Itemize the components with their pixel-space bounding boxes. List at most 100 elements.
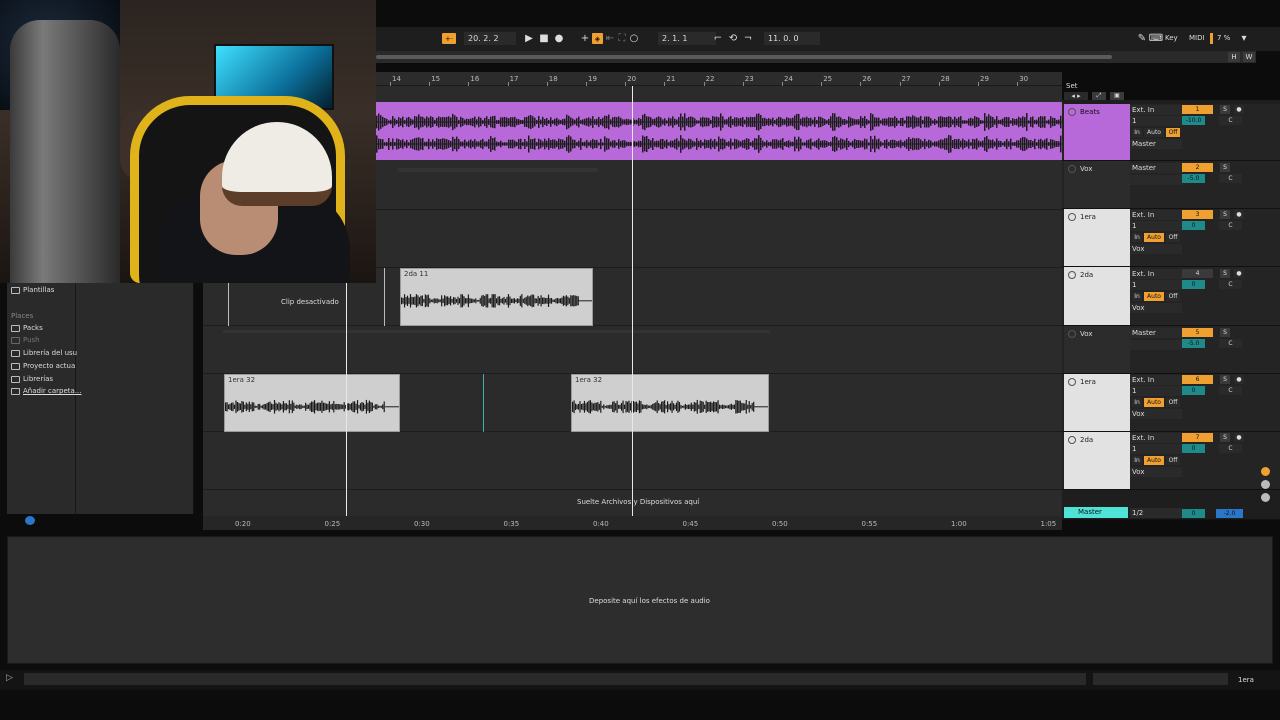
track-pan[interactable]: C xyxy=(1219,339,1242,348)
output-select[interactable]: Vox xyxy=(1130,409,1182,419)
track-pan[interactable]: C xyxy=(1219,280,1242,289)
sends-icon[interactable] xyxy=(1261,493,1270,502)
output-select[interactable]: Vox xyxy=(1130,303,1182,313)
track-volume[interactable]: -5.0 xyxy=(1182,174,1205,183)
clip-1era-b[interactable]: 1era 32 xyxy=(571,374,769,432)
track-activator[interactable]: 5 xyxy=(1182,328,1213,337)
track-volume[interactable]: -10.0 xyxy=(1182,116,1205,125)
arm-button[interactable]: ● xyxy=(1234,105,1244,114)
tap-tempo-button[interactable]: +· xyxy=(442,33,456,44)
track-activator[interactable]: 6 xyxy=(1182,375,1213,384)
play-preview-icon[interactable]: ▷ xyxy=(6,673,18,685)
track-volume[interactable]: 0 xyxy=(1182,444,1205,453)
track-volume[interactable]: 0 xyxy=(1182,280,1205,289)
time-ruler[interactable]: 0:20 0:25 0:30 0:35 0:40 0:45 0:50 0:55 1:00 1:05 xyxy=(203,516,1062,530)
monitor-in-button[interactable]: In xyxy=(1132,456,1142,465)
fold-icon[interactable] xyxy=(1068,213,1076,221)
track-volume[interactable]: 0 xyxy=(1182,386,1205,395)
solo-button[interactable]: S xyxy=(1220,328,1230,337)
track-volume[interactable]: 0 xyxy=(1182,221,1205,230)
track-2da-2[interactable]: 2da Ext. In 1 In Auto Off Vox 7 0 S ● C xyxy=(1062,432,1280,490)
hide-button[interactable]: H xyxy=(1228,52,1240,62)
templates-item[interactable]: Plantillas xyxy=(11,286,54,294)
cpu-menu-icon[interactable]: ▾ xyxy=(1238,32,1250,44)
track-1era-2[interactable]: 1era Ext. In 1 In Auto Off Vox 6 0 S ● C xyxy=(1062,374,1280,432)
track-beats-title[interactable]: Beats xyxy=(1064,104,1130,160)
monitor-auto-button[interactable]: Auto xyxy=(1144,398,1164,407)
width-button[interactable]: W xyxy=(1243,52,1255,62)
output-channel-select[interactable] xyxy=(1130,175,1182,185)
monitor-auto-button[interactable]: Auto xyxy=(1144,456,1164,465)
track-activator[interactable]: 1 xyxy=(1182,105,1213,114)
arm-button[interactable]: ● xyxy=(1234,375,1244,384)
track-pan[interactable]: C xyxy=(1219,444,1242,453)
track-1era2-title[interactable]: 1era xyxy=(1064,374,1130,431)
master-cue-volume[interactable]: -2.0 xyxy=(1216,509,1243,518)
session-record-icon[interactable]: ○ xyxy=(628,32,640,44)
song-position-field[interactable]: 20. 2. 2 xyxy=(464,32,516,45)
output-select[interactable]: Master xyxy=(1130,139,1182,149)
fold-icon[interactable] xyxy=(1068,108,1076,116)
punch-in-icon[interactable]: ⌐ xyxy=(712,32,724,44)
overview-bar[interactable] xyxy=(376,55,1112,59)
loop-length-field[interactable]: 11. 0. 0 xyxy=(764,32,820,45)
track-pan[interactable]: C xyxy=(1219,386,1242,395)
solo-button[interactable]: S xyxy=(1220,375,1230,384)
monitor-off-button[interactable]: Off xyxy=(1166,233,1180,242)
clip-2da[interactable]: 2da 11 xyxy=(400,268,593,326)
overdub-icon[interactable]: + xyxy=(579,32,591,44)
beat-time-ruler[interactable]: 14 15 16 17 18 19 20 21 22 23 24 25 26 27 28 29 30 xyxy=(376,72,1062,86)
output-select[interactable]: Master xyxy=(1130,163,1182,173)
punch-out-icon[interactable]: ¬ xyxy=(742,32,754,44)
track-volume[interactable]: -5.0 xyxy=(1182,339,1205,348)
info-icon[interactable] xyxy=(25,516,35,525)
fold-icon[interactable] xyxy=(1068,378,1076,386)
monitor-auto-button[interactable]: Auto xyxy=(1144,233,1164,242)
keyboard-icon[interactable]: ⌨ xyxy=(1149,32,1163,44)
browser-divider[interactable] xyxy=(75,283,76,514)
back-to-arrangement-icon[interactable]: ⇤ xyxy=(604,32,616,44)
arm-button[interactable]: ● xyxy=(1234,269,1244,278)
arm-button[interactable]: ● xyxy=(1234,210,1244,219)
monitor-in-button[interactable]: In xyxy=(1132,292,1142,301)
output-select[interactable]: Master xyxy=(1130,328,1182,338)
place-push[interactable]: Push xyxy=(11,336,40,344)
track-vox-2[interactable]: Vox Master 5 -5.0 S C xyxy=(1062,326,1280,374)
capture-icon[interactable]: ⛶ xyxy=(616,32,628,44)
draw-mode-icon[interactable]: ✎ xyxy=(1136,32,1148,44)
arrangement-overview[interactable] xyxy=(376,51,1256,63)
fold-icon[interactable] xyxy=(1068,271,1076,279)
monitor-in-button[interactable]: In xyxy=(1132,128,1142,137)
input-type-select[interactable]: Ext. In xyxy=(1130,105,1182,115)
track-pan[interactable]: C xyxy=(1219,221,1242,230)
automation-arm-icon[interactable]: ◈ xyxy=(592,33,603,44)
input-type-select[interactable]: Ext. In xyxy=(1130,210,1182,220)
arm-button[interactable]: ● xyxy=(1234,433,1244,442)
input-channel-select[interactable]: 1 xyxy=(1130,221,1182,231)
master-title[interactable]: Master xyxy=(1064,507,1128,518)
fold-icon[interactable] xyxy=(1068,436,1076,444)
solo-button[interactable]: S xyxy=(1220,210,1230,219)
io-icon[interactable] xyxy=(1261,480,1270,489)
track-beats[interactable]: Beats Ext. In 1 In Auto Off Master 1 -10… xyxy=(1062,104,1280,161)
track-activator[interactable]: 3 xyxy=(1182,210,1213,219)
playhead[interactable] xyxy=(632,86,633,516)
master-output-select[interactable]: 1/2 xyxy=(1130,508,1182,518)
place-libraries[interactable]: Librerías xyxy=(11,375,53,383)
solo-button[interactable]: S xyxy=(1220,433,1230,442)
orange-status-icon[interactable] xyxy=(1261,467,1270,476)
input-channel-select[interactable]: 1 xyxy=(1130,280,1182,290)
midi-map-button[interactable]: MIDI xyxy=(1189,34,1205,42)
loop-start-field[interactable]: 2. 1. 1 xyxy=(658,32,716,45)
record-icon[interactable]: ● xyxy=(553,32,565,44)
track-1era[interactable]: 1era Ext. In 1 In Auto Off Vox 3 0 S ● C xyxy=(1062,209,1280,267)
monitor-in-button[interactable]: In xyxy=(1132,233,1142,242)
track-master[interactable]: Master 1/2 0 -2.0 xyxy=(1062,506,1280,520)
input-type-select[interactable]: Ext. In xyxy=(1130,269,1182,279)
fold-icon[interactable] xyxy=(1068,165,1076,173)
scroll-arrows-icon[interactable]: ◂ ▸ xyxy=(1064,92,1088,100)
output-select[interactable]: Vox xyxy=(1130,467,1182,477)
lock-icon[interactable]: ▣ xyxy=(1110,92,1124,100)
track-pan[interactable]: C xyxy=(1219,174,1242,183)
track-vox[interactable]: Vox Master 2 -5.0 S C xyxy=(1062,161,1280,209)
